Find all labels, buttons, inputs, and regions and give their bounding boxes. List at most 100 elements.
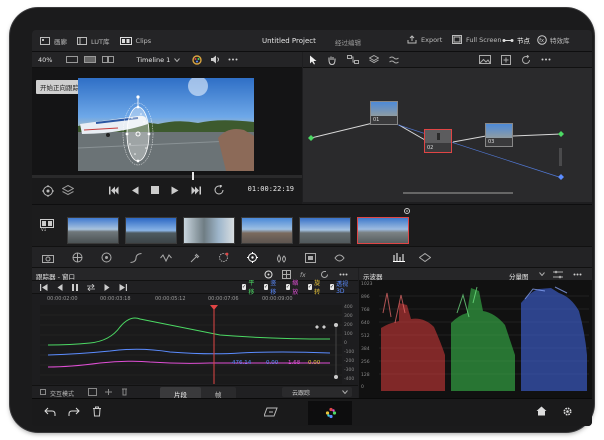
track-reverse-icon[interactable]	[57, 283, 63, 291]
track-forward-icon[interactable]	[104, 283, 110, 291]
timeline-name[interactable]: Timeline 1	[136, 56, 170, 64]
redo-icon[interactable]	[68, 407, 80, 417]
scope-settings-icon[interactable]	[553, 270, 563, 279]
node-link-icon[interactable]	[347, 55, 359, 64]
delete-point-icon[interactable]	[120, 388, 129, 396]
reset-icon[interactable]	[521, 54, 531, 65]
tracker-more-icon[interactable]	[339, 273, 348, 276]
more-options-icon[interactable]	[228, 58, 238, 61]
color-page-tab[interactable]	[308, 401, 352, 425]
home-icon[interactable]	[536, 406, 547, 416]
check-rotate[interactable]: ✓ 旋转	[307, 278, 323, 296]
color-match-icon[interactable]	[72, 252, 83, 263]
go-to-start-icon[interactable]	[109, 186, 119, 195]
scrubber-track[interactable]	[32, 172, 302, 180]
play-icon[interactable]	[171, 186, 179, 195]
y-tick: 400	[344, 305, 353, 310]
node-03[interactable]: 03	[485, 123, 513, 147]
layout-split-icon[interactable]	[84, 56, 97, 63]
scope-mode[interactable]: 分量图	[509, 271, 529, 281]
clip-thumbnail-selected[interactable]: 06	[357, 217, 409, 244]
value-pan: -476.14	[230, 360, 252, 366]
check-pan[interactable]: ✓ 平移	[242, 278, 257, 296]
chevron-down-icon[interactable]	[174, 57, 181, 62]
remove-point-icon[interactable]	[104, 388, 113, 396]
step-back-icon[interactable]	[131, 186, 139, 195]
go-to-end-icon[interactable]	[191, 186, 201, 195]
wave-icon[interactable]	[389, 56, 399, 64]
check-tilt[interactable]: ✓ 竖移	[263, 278, 279, 296]
sizing-icon[interactable]	[334, 253, 345, 263]
y-tick: -200	[344, 359, 355, 364]
window-icon[interactable]	[218, 252, 229, 263]
track-swap-icon[interactable]	[87, 283, 95, 291]
clips-mode-icon[interactable]: V1	[40, 219, 54, 231]
video-frame[interactable]	[78, 78, 254, 171]
clips-button[interactable]: Clips	[119, 36, 151, 45]
export-button[interactable]: Export	[407, 35, 442, 44]
hsl-icon[interactable]	[160, 253, 172, 263]
palette-diamond-icon[interactable]	[419, 252, 431, 262]
clip-thumbnail[interactable]: 05	[299, 217, 351, 244]
chevron-down-icon[interactable]	[539, 272, 545, 276]
track-reverse-start-icon[interactable]	[40, 283, 48, 291]
layers-toggle-icon[interactable]	[62, 185, 74, 196]
hand-icon[interactable]	[327, 55, 337, 65]
key-icon[interactable]	[305, 252, 316, 263]
y-tick: 100	[344, 332, 353, 337]
check-zoom[interactable]: ✓ 缩放	[285, 278, 301, 296]
clip-thumbnail[interactable]: 02	[125, 217, 177, 244]
layout-single-icon[interactable]	[66, 56, 79, 63]
tracker-ruler[interactable]: 00:00:02:00 00:00:03:18 00:00:05:12 00:0…	[42, 295, 342, 304]
scope-bars-icon[interactable]	[393, 252, 405, 262]
color-wheel-icon[interactable]	[192, 54, 202, 65]
loop-icon[interactable]	[213, 185, 225, 195]
camera-raw-icon[interactable]	[42, 253, 54, 263]
layers-icon[interactable]	[369, 55, 379, 64]
lut-library-button[interactable]: LUT库	[77, 36, 110, 46]
audio-icon[interactable]	[210, 55, 220, 64]
stop-icon[interactable]	[151, 186, 159, 194]
qualifier-icon[interactable]	[190, 253, 200, 263]
nodes-toggle[interactable]: 节点	[502, 35, 530, 45]
pointer-icon[interactable]	[309, 55, 317, 65]
scrubber-playhead[interactable]	[192, 172, 194, 180]
add-point-icon[interactable]	[88, 388, 97, 396]
trash-icon[interactable]	[92, 406, 102, 417]
clip-thumbnail[interactable]: 04	[241, 217, 293, 244]
media-pool-button[interactable]: 画廊	[40, 36, 67, 46]
add-node-icon[interactable]	[501, 54, 511, 65]
check-perspective[interactable]: ✓ 透视3D	[329, 279, 351, 295]
effects-library-button[interactable]: fx 特效库	[537, 35, 570, 45]
image-icon[interactable]	[479, 55, 491, 64]
target-icon[interactable]	[42, 185, 54, 197]
clip-thumbnail[interactable]: 03	[183, 217, 235, 244]
tracker-graph[interactable]: -476.14 0.00 1.68 0.00	[40, 305, 342, 384]
cut-page-icon[interactable]	[264, 407, 280, 417]
scope-more-icon[interactable]	[573, 273, 582, 276]
node-graph[interactable]: 01 02 03	[303, 68, 592, 202]
interaction-mode-checkbox[interactable]	[40, 389, 46, 395]
blur-icon[interactable]	[276, 253, 287, 263]
settings-gear-icon[interactable]	[562, 406, 573, 417]
clip-options-icon[interactable]	[403, 207, 411, 215]
track-pause-icon[interactable]	[72, 283, 78, 291]
node-more-icon[interactable]	[541, 58, 551, 61]
node-02[interactable]: 02	[424, 129, 452, 153]
curves-icon[interactable]	[130, 252, 142, 263]
primaries-icon[interactable]	[101, 252, 112, 263]
zoom-level[interactable]: 40%	[38, 56, 52, 64]
layout-compare-icon[interactable]	[102, 56, 115, 63]
cloud-tracker-dropdown[interactable]: 云跟踪	[282, 387, 352, 397]
node-graph-scrollbar[interactable]	[403, 192, 513, 194]
clip-thumbnail[interactable]: 01	[67, 217, 119, 244]
node-01[interactable]: 01	[370, 101, 398, 125]
tracking-status-badge[interactable]: 开始正向跟踪	[36, 80, 83, 94]
parade-scope[interactable]	[379, 283, 589, 393]
fullscreen-icon	[452, 35, 462, 44]
fullscreen-button[interactable]: Full Screen	[452, 35, 502, 44]
undo-icon[interactable]	[44, 407, 56, 417]
track-forward-end-icon[interactable]	[119, 283, 127, 291]
tracker-icon[interactable]	[247, 252, 258, 263]
fullscreen-label: Full Screen	[466, 35, 502, 44]
